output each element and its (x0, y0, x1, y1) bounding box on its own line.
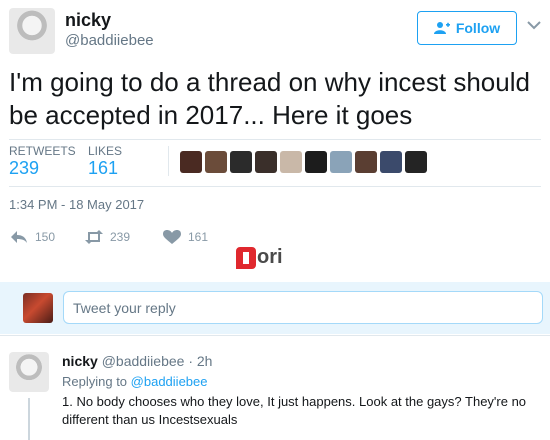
reply-author[interactable]: nicky @baddiiebee · 2h (62, 353, 212, 369)
stats-divider (168, 146, 169, 176)
liker-avatar[interactable] (280, 151, 302, 173)
liker-avatar[interactable] (305, 151, 327, 173)
heart-icon (163, 230, 181, 244)
reply-author-avatar[interactable] (9, 352, 49, 392)
watermark-logo: ori (236, 246, 283, 269)
reply-input[interactable]: Tweet your reply (63, 291, 543, 324)
author-handle[interactable]: @baddiiebee (65, 32, 154, 49)
author-name[interactable]: nicky (65, 10, 111, 31)
retweets-count: 239 (9, 158, 40, 178)
tweet-timestamp[interactable]: 1:34 PM - 18 May 2017 (9, 197, 144, 212)
follow-label: Follow (455, 20, 501, 36)
likers-avatars (180, 151, 427, 173)
add-user-icon (433, 22, 450, 34)
reply-handle-time: @baddiiebee · 2h (101, 353, 213, 369)
reply-count: 150 (35, 230, 56, 244)
liker-avatar[interactable] (355, 151, 377, 173)
like-count: 161 (188, 230, 209, 244)
replying-to-link[interactable]: @baddiiebee (131, 374, 208, 389)
liker-avatar[interactable] (330, 151, 352, 173)
tweet-text: I'm going to do a thread on why incest s… (9, 67, 530, 130)
liker-avatar[interactable] (380, 151, 402, 173)
reply-icon (11, 231, 27, 243)
watermark-text: ori (257, 246, 283, 268)
chevron-down-icon[interactable] (527, 20, 541, 30)
liker-avatar[interactable] (405, 151, 427, 173)
like-action[interactable]: 161 (162, 229, 208, 245)
retweet-count: 239 (110, 230, 131, 244)
reply-action[interactable]: 150 (9, 229, 55, 245)
liker-avatar[interactable] (180, 151, 202, 173)
liker-avatar[interactable] (230, 151, 252, 173)
divider (0, 335, 550, 336)
likes-count: 161 (88, 158, 119, 178)
replying-prefix: Replying to (62, 374, 128, 389)
follow-button[interactable]: Follow (417, 11, 517, 45)
likes-stat[interactable]: LIKES 161 (88, 144, 122, 179)
retweets-stat[interactable]: RETWEETS 239 (9, 144, 76, 179)
thread-line (28, 398, 30, 440)
liker-avatar[interactable] (255, 151, 277, 173)
divider (9, 186, 541, 187)
divider (9, 139, 541, 140)
replying-to: Replying to @baddiiebee (62, 374, 208, 389)
watermark-mark (236, 246, 256, 269)
retweet-action[interactable]: 239 (84, 229, 130, 245)
retweet-icon (85, 230, 103, 244)
reply-author-name: nicky (62, 353, 98, 369)
reply-text: 1. No body chooses who they love, It jus… (62, 394, 527, 427)
retweets-label: RETWEETS (9, 144, 76, 158)
likes-label: LIKES (88, 144, 123, 158)
current-user-avatar (23, 293, 53, 323)
liker-avatar[interactable] (205, 151, 227, 173)
author-avatar[interactable] (9, 8, 55, 54)
